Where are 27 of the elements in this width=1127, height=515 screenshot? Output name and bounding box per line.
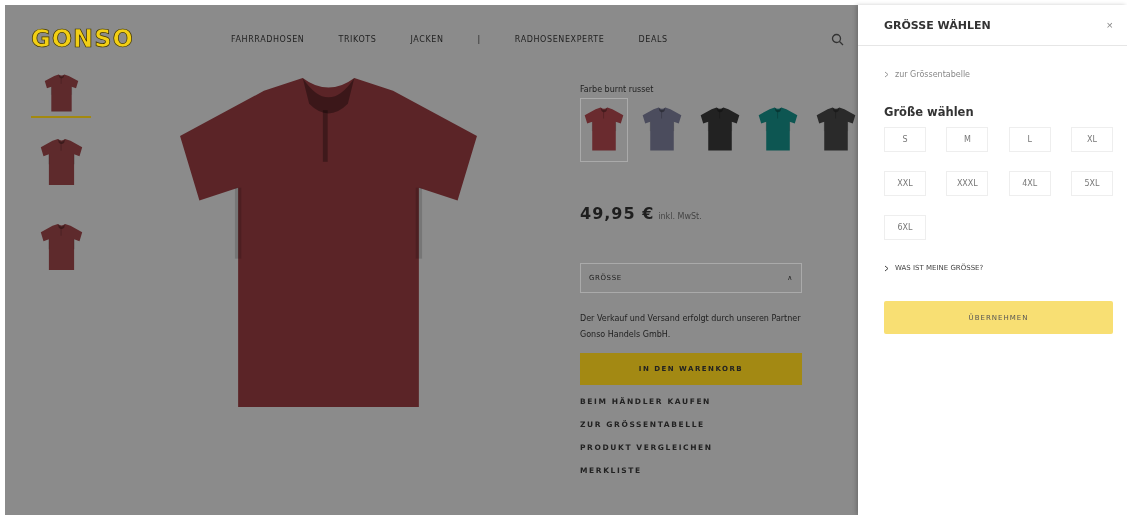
drawer-title: GRÖSSE WÄHLEN bbox=[884, 18, 991, 32]
size-option[interactable]: 4XL bbox=[1008, 171, 1051, 196]
nav-link[interactable]: RADHOSENEXPERTE bbox=[514, 34, 605, 44]
nav-link[interactable]: FAHRRADHOSEN bbox=[231, 34, 305, 44]
thumbnail[interactable] bbox=[31, 73, 91, 118]
search-icon[interactable] bbox=[831, 32, 844, 46]
size-option[interactable]: 5XL bbox=[1071, 171, 1113, 196]
size-option[interactable]: S bbox=[884, 127, 926, 152]
close-button[interactable]: × bbox=[1106, 19, 1113, 31]
chevron-icon bbox=[884, 264, 889, 272]
chevron-icon bbox=[884, 71, 889, 78]
size-option[interactable]: XL bbox=[1071, 127, 1113, 152]
size-option[interactable]: XXXL bbox=[946, 171, 989, 196]
size-option[interactable]: L bbox=[1008, 127, 1051, 152]
nav-link[interactable]: DEALS bbox=[638, 34, 668, 44]
nav-link[interactable]: TRIKOTS bbox=[338, 34, 377, 44]
tax-note: inkl. MwSt. bbox=[658, 212, 702, 221]
section-heading: Größe wählen bbox=[884, 105, 975, 119]
size-option[interactable]: 6XL bbox=[884, 215, 926, 240]
size-chart-link[interactable]: zur Grössentabelle bbox=[895, 70, 971, 79]
nav-link[interactable]: JACKEN bbox=[410, 34, 444, 44]
nav-link[interactable]: | bbox=[477, 34, 481, 44]
price: 49,95 € bbox=[580, 204, 655, 223]
color-label: Farbe burnt russet bbox=[580, 85, 655, 94]
size-option[interactable]: M bbox=[946, 127, 989, 152]
seller-note: Der Verkauf und Versand erfolgt durch unseren Partner Gonso Handels GmbH. bbox=[580, 313, 802, 341]
size-option[interactable]: XXL bbox=[884, 171, 926, 196]
